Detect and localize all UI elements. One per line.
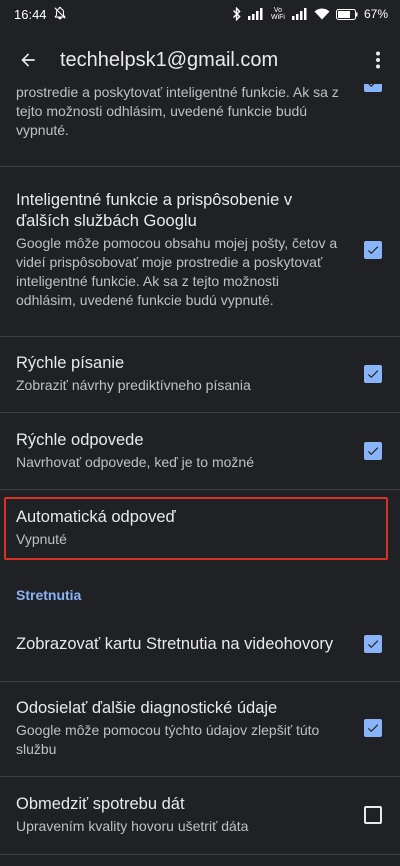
status-bar: 16:44 Vo WiFi 67% — [0, 0, 400, 28]
signal-icon-2 — [291, 8, 308, 20]
check-icon — [367, 724, 379, 733]
setting-row-smart-features[interactable]: Inteligentné funkcie a prispôsobenie v ď… — [0, 180, 400, 320]
battery-percent: 67% — [363, 7, 388, 21]
setting-title: Rýchle písanie — [16, 354, 125, 372]
setting-title: Odosielať ďalšie diagnostické údaje — [16, 698, 278, 717]
notifications-muted-icon — [53, 6, 67, 23]
back-arrow-icon — [21, 53, 35, 67]
setting-checkbox[interactable] — [364, 84, 382, 92]
smart-reply-checkbox[interactable] — [364, 442, 382, 460]
setting-title: Rýchle odpovede — [16, 431, 144, 449]
check-icon — [368, 84, 375, 88]
setting-row-smart-reply[interactable]: Rýchle odpovede Navrhovať odpovede, keď … — [0, 423, 400, 479]
bluetooth-icon — [232, 7, 242, 21]
divider — [0, 776, 400, 777]
setting-row-meet-tab[interactable]: Zobrazovať kartu Stretnutia na videohovo… — [0, 620, 400, 668]
setting-title: Obmedziť spotrebu dát — [16, 795, 185, 813]
check-icon — [367, 370, 379, 379]
setting-subtitle: Zobraziť návrhy prediktívneho písania — [16, 377, 251, 393]
setting-subtitle: Navrhovať odpovede, keď je to možné — [16, 454, 254, 470]
battery-icon — [335, 8, 358, 20]
diagnostics-checkbox[interactable] — [364, 719, 382, 737]
divider — [0, 681, 400, 682]
vowifi-label: Vo WiFi — [270, 7, 285, 21]
more-vert-icon — [376, 51, 380, 69]
divider — [0, 336, 400, 337]
divider — [0, 854, 400, 855]
data-usage-checkbox[interactable] — [364, 806, 382, 824]
divider — [0, 489, 400, 490]
setting-row-smart-compose[interactable]: Rýchle písanie Zobraziť návrhy prediktív… — [0, 346, 400, 402]
setting-row-data-usage[interactable]: Obmedziť spotrebu dát Upravením kvality … — [0, 787, 400, 843]
check-icon — [367, 447, 379, 456]
check-icon — [367, 640, 379, 649]
more-options-button[interactable] — [356, 36, 400, 84]
smart-features-checkbox[interactable] — [364, 241, 382, 259]
setting-subtitle: Google môže pomocou týchto údajov zlepši… — [16, 721, 320, 757]
settings-list[interactable]: prostredie a poskytovať inteligentné fun… — [0, 84, 400, 866]
divider — [0, 166, 400, 167]
setting-title: Inteligentné funkcie a prispôsobenie v ď… — [16, 191, 293, 230]
setting-title: Zobrazovať kartu Stretnutia na videohovo… — [16, 634, 334, 653]
divider — [0, 412, 400, 413]
account-email: techhelpsk1@gmail.com — [60, 48, 279, 71]
setting-subtitle: Upravením kvality hovoru ušetriť dáta — [16, 818, 249, 834]
smart-compose-checkbox[interactable] — [364, 365, 382, 383]
check-icon — [367, 246, 379, 255]
setting-subtitle: prostredie a poskytovať inteligentné fun… — [16, 84, 339, 138]
back-button[interactable] — [0, 36, 56, 84]
meet-tab-checkbox[interactable] — [364, 635, 382, 653]
highlight-box — [4, 497, 388, 560]
setting-row-partial[interactable]: prostredie a poskytovať inteligentné fun… — [0, 84, 400, 150]
app-bar: techhelpsk1@gmail.com — [0, 36, 400, 84]
wifi-icon — [314, 8, 330, 20]
section-header-meet: Stretnutia — [16, 587, 82, 603]
setting-subtitle: Google môže pomocou obsahu mojej pošty, … — [16, 235, 338, 308]
signal-icon — [247, 8, 264, 20]
setting-row-diagnostics[interactable]: Odosielať ďalšie diagnostické údaje Goog… — [0, 696, 400, 760]
status-time: 16:44 — [14, 6, 47, 22]
